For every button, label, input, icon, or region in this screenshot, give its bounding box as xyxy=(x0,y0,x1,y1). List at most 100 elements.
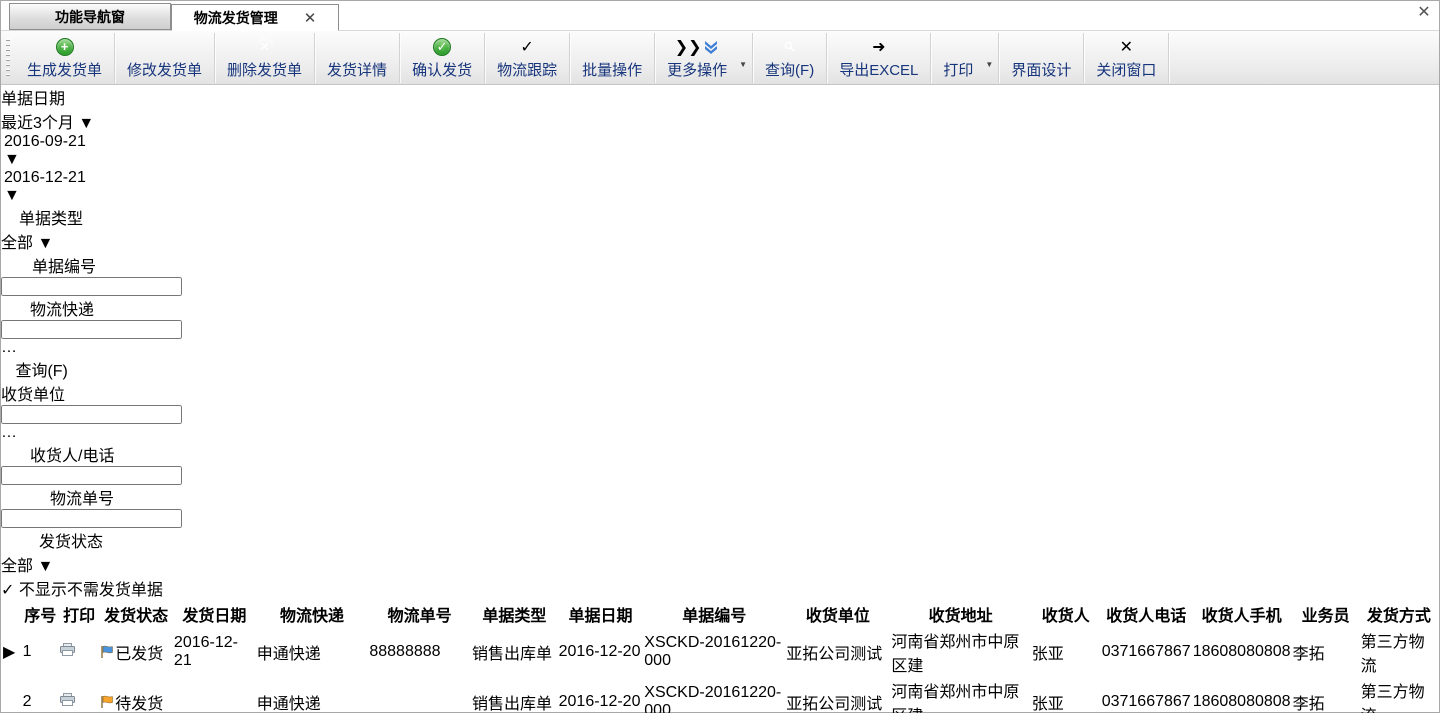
column-header[interactable]: 发货状态 xyxy=(100,602,172,626)
cell-tracking-no[interactable]: 88888888 xyxy=(369,628,470,676)
chevron-down-icon[interactable]: ▼ xyxy=(4,151,20,168)
ship-status-cell[interactable]: 待发货 xyxy=(100,678,172,713)
ellipsis-browse-icon[interactable]: … xyxy=(1,339,17,356)
cell-phone[interactable]: 0371667867 xyxy=(1102,678,1191,713)
chevron-down-icon[interactable]: ▼ xyxy=(37,235,53,252)
hide-no-ship-checkbox[interactable]: ✓ xyxy=(1,582,14,599)
print-group: 打印 ▼ xyxy=(931,33,999,83)
cell-salesman[interactable]: 李拓 xyxy=(1293,678,1359,713)
cell-seq[interactable]: 1 xyxy=(23,628,58,676)
column-header[interactable]: 发货方式 xyxy=(1361,602,1437,626)
courier-field[interactable]: … xyxy=(1,320,104,357)
ship-status-cell[interactable]: 已发货 xyxy=(100,628,172,676)
column-header[interactable]: 收货人 xyxy=(1032,602,1100,626)
double-chevron-down-icon xyxy=(702,38,720,56)
cell-mobile[interactable]: 18608080808 xyxy=(1193,678,1291,713)
cell-seq[interactable]: 2 xyxy=(23,678,58,713)
logistics-tracking-button[interactable]: ✓ 物流跟踪 xyxy=(485,33,570,83)
tracking-input[interactable] xyxy=(1,509,182,528)
date-from-combo[interactable]: 2016-09-21 ▼ xyxy=(4,133,91,169)
batch-operations-button[interactable]: 批量操作 xyxy=(570,33,655,83)
print-button[interactable]: 打印 xyxy=(931,33,985,83)
receiver-input[interactable] xyxy=(1,405,182,424)
column-header[interactable]: 收货地址 xyxy=(891,602,1029,626)
table-row[interactable]: ▶1 已发货2016-12-21申通快递88888888销售出库单2016-12-… xyxy=(3,628,1437,676)
cell-address[interactable]: 河南省郑州市中原区建 xyxy=(891,678,1029,713)
cell-ship-method[interactable]: 第三方物流 xyxy=(1361,628,1437,676)
cell-courier[interactable]: 申通快递 xyxy=(257,628,368,676)
courier-label: 物流快递 xyxy=(30,302,94,319)
ship-status-combo[interactable]: 全部 ▼ xyxy=(1,552,71,576)
cell-doc-date[interactable]: 2016-12-20 xyxy=(559,628,643,676)
column-header[interactable]: 打印 xyxy=(60,602,98,626)
window-close-icon[interactable]: ✕ xyxy=(1415,2,1433,22)
doc-type-combo[interactable]: 全部 ▼ xyxy=(1,229,88,253)
date-to-combo[interactable]: 2016-12-21 ▼ xyxy=(4,169,91,205)
ui-design-button[interactable]: 界面设计 xyxy=(999,33,1084,83)
cell-ship-method[interactable]: 第三方物流 xyxy=(1361,678,1437,713)
cell-contact[interactable]: 张亚 xyxy=(1032,628,1100,676)
search-icon xyxy=(1,366,11,376)
generate-shipping-order-button[interactable]: + 生成发货单 xyxy=(15,33,115,83)
confirm-shipping-button[interactable]: ✓ 确认发货 xyxy=(400,33,485,83)
export-excel-button[interactable]: ➜ 导出EXCEL xyxy=(827,33,931,83)
column-header[interactable]: 收货单位 xyxy=(786,602,889,626)
cell-receiver[interactable]: 亚拓公司测试 xyxy=(786,678,889,713)
dropdown-caret-icon[interactable]: ▼ xyxy=(985,60,998,69)
chevron-down-icon[interactable]: ▼ xyxy=(37,558,53,575)
cell-doc-no[interactable]: XSCKD-20161220-000 xyxy=(644,628,784,676)
cell-address[interactable]: 河南省郑州市中原区建 xyxy=(891,628,1029,676)
column-header[interactable]: 单据日期 xyxy=(559,602,643,626)
cell-contact[interactable]: 张亚 xyxy=(1032,678,1100,713)
cell-doc-type[interactable]: 销售出库单 xyxy=(472,678,557,713)
tab-function-nav[interactable]: 功能导航窗 xyxy=(9,3,171,30)
cell-receiver[interactable]: 亚拓公司测试 xyxy=(786,628,889,676)
column-header[interactable]: 物流快递 xyxy=(257,602,368,626)
table-row[interactable]: 2 待发货 申通快递 销售出库单2016-12-20XSCKD-20161220-00… xyxy=(3,678,1437,713)
print-icon[interactable] xyxy=(60,678,98,713)
shipping-detail-button[interactable]: 发货详情 xyxy=(315,33,400,83)
receiver-field[interactable]: … xyxy=(1,405,132,442)
query-button[interactable]: 查询(F) xyxy=(1,357,1439,381)
column-header[interactable]: 收货人手机 xyxy=(1193,602,1291,626)
column-header[interactable]: 序号 xyxy=(23,602,58,626)
doc-no-input[interactable] xyxy=(1,277,182,296)
courier-input[interactable] xyxy=(1,320,182,339)
selected-row-indicator[interactable]: ▶ xyxy=(3,628,21,676)
cell-courier[interactable]: 申通快递 xyxy=(257,678,368,713)
doc-no-field[interactable] xyxy=(1,277,89,296)
chevron-down-icon[interactable]: ▼ xyxy=(4,187,20,204)
modify-shipping-order-button[interactable]: 修改发货单 xyxy=(115,33,215,83)
contact-field[interactable] xyxy=(1,466,107,485)
column-header[interactable]: 物流单号 xyxy=(369,602,470,626)
column-header[interactable]: 业务员 xyxy=(1293,602,1359,626)
query-button-toolbar[interactable]: 查询(F) xyxy=(753,33,827,83)
cell-doc-no[interactable]: XSCKD-20161220-000 xyxy=(644,678,784,713)
column-header[interactable]: 单据类型 xyxy=(472,602,557,626)
cell-doc-type[interactable]: 销售出库单 xyxy=(472,628,557,676)
tab-logistics-shipping[interactable]: 物流发货管理 ✕ xyxy=(171,4,339,31)
print-icon[interactable] xyxy=(60,628,98,676)
date-preset-combo[interactable]: 最近3个月 ▼ xyxy=(1,109,97,133)
ship-status-text: 待发货 xyxy=(115,696,163,713)
delete-shipping-order-button[interactable]: ✕ 删除发货单 xyxy=(215,33,315,83)
ellipsis-browse-icon[interactable]: … xyxy=(1,424,17,441)
contact-input[interactable] xyxy=(1,466,182,485)
row-header[interactable] xyxy=(3,678,21,713)
column-header[interactable]: 发货日期 xyxy=(174,602,255,626)
cell-phone[interactable]: 0371667867 xyxy=(1102,628,1191,676)
column-header[interactable]: 单据编号 xyxy=(644,602,784,626)
cell-salesman[interactable]: 李拓 xyxy=(1293,628,1359,676)
cell-ship-date[interactable] xyxy=(174,678,255,713)
chevron-down-icon[interactable]: ▼ xyxy=(78,115,94,132)
cell-doc-date[interactable]: 2016-12-20 xyxy=(559,678,643,713)
dropdown-caret-icon[interactable]: ▼ xyxy=(739,60,752,69)
cell-mobile[interactable]: 18608080808 xyxy=(1193,628,1291,676)
tracking-field[interactable] xyxy=(1,509,100,528)
cell-tracking-no[interactable] xyxy=(369,678,470,713)
more-operations-button[interactable]: ❯❯ 更多操作 xyxy=(655,33,739,83)
tab-close-icon[interactable]: ✕ xyxy=(304,9,317,27)
close-window-button[interactable]: ✕ 关闭窗口 xyxy=(1084,33,1169,83)
column-header[interactable]: 收货人电话 xyxy=(1102,602,1191,626)
cell-ship-date[interactable]: 2016-12-21 xyxy=(174,628,255,676)
